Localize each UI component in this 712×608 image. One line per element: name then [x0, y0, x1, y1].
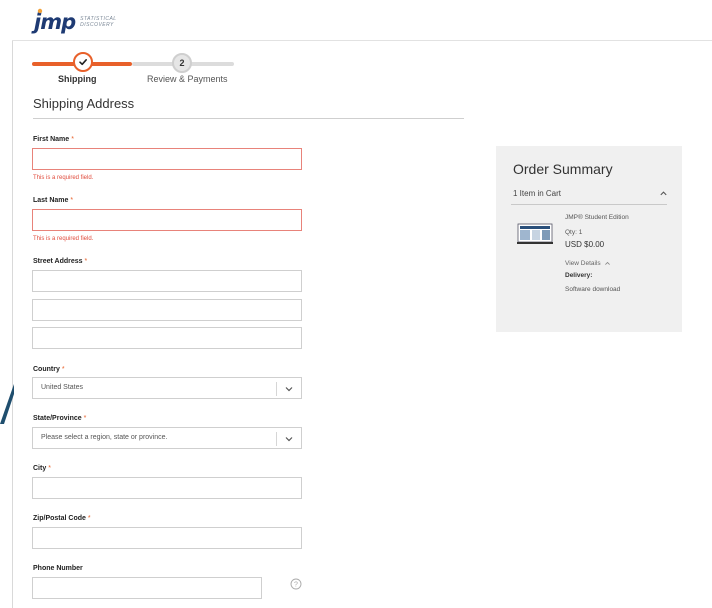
checkout-stepper: 2 Shipping Review & Payments [32, 52, 242, 88]
city-field[interactable] [32, 477, 302, 499]
street-address-line2[interactable] [32, 299, 302, 321]
view-details-link[interactable]: View Details [565, 260, 611, 267]
country-label: Country * [33, 366, 65, 373]
city-label: City * [33, 465, 51, 472]
svg-text:?: ? [294, 581, 298, 588]
check-icon [79, 58, 87, 66]
chevron-down-icon [285, 437, 293, 442]
logo-tagline: STATISTICAL DISCOVERY [80, 16, 117, 28]
chevron-up-icon [605, 261, 611, 265]
state-select[interactable]: Please select a region, state or provinc… [32, 427, 302, 449]
last-name-error: This is a required field. [33, 236, 94, 242]
country-select[interactable]: United States [32, 377, 302, 399]
state-label: State/Province * [33, 415, 87, 422]
country-value: United States [41, 384, 84, 391]
step-shipping-label: Shipping [58, 74, 97, 84]
last-name-label: Last Name * [33, 197, 74, 204]
zip-label: Zip/Postal Code * [33, 515, 91, 522]
first-name-field[interactable] [32, 148, 302, 170]
logo-spark-icon [37, 8, 43, 14]
product-price: USD $0.00 [565, 240, 605, 249]
select-separator [276, 382, 277, 396]
divider [33, 118, 464, 119]
delivery-value: Software download [565, 286, 621, 293]
product-thumbnail [517, 223, 553, 244]
phone-field[interactable] [32, 577, 262, 599]
phone-label: Phone Number [33, 565, 83, 572]
first-name-label: First Name * [33, 136, 74, 143]
product-qty: Qty: 1 [565, 229, 583, 236]
first-name-error: This is a required field. [33, 175, 94, 181]
delivery-label: Delivery: [565, 272, 593, 279]
street-address-line1[interactable] [32, 270, 302, 292]
street-address-label: Street Address * [33, 258, 88, 265]
zip-field[interactable] [32, 527, 302, 549]
last-name-field[interactable] [32, 209, 302, 231]
jmp-logo[interactable]: jmp STATISTICAL DISCOVERY [34, 8, 117, 34]
order-summary: Order Summary 1 Item in Cart JMP® Studen… [496, 146, 682, 332]
step-shipping-indicator[interactable] [73, 52, 93, 72]
state-value: Please select a region, state or provinc… [41, 434, 168, 441]
divider [511, 204, 667, 205]
chevron-down-icon [285, 387, 293, 392]
order-summary-title: Order Summary [513, 161, 613, 177]
side-arrow-decoration [0, 384, 14, 424]
header-bar: jmp STATISTICAL DISCOVERY [12, 0, 712, 41]
page-title: Shipping Address [33, 96, 135, 111]
cart-item-count[interactable]: 1 Item in Cart [513, 189, 561, 198]
select-separator [276, 432, 277, 446]
logo-wordmark: jmp [34, 10, 76, 34]
product-name: JMP® Student Edition [565, 214, 629, 221]
step-review-indicator[interactable]: 2 [172, 53, 192, 73]
step-review-label: Review & Payments [147, 74, 228, 84]
help-icon[interactable]: ? [290, 578, 302, 590]
chevron-up-icon[interactable] [659, 189, 668, 198]
street-address-line3[interactable] [32, 327, 302, 349]
